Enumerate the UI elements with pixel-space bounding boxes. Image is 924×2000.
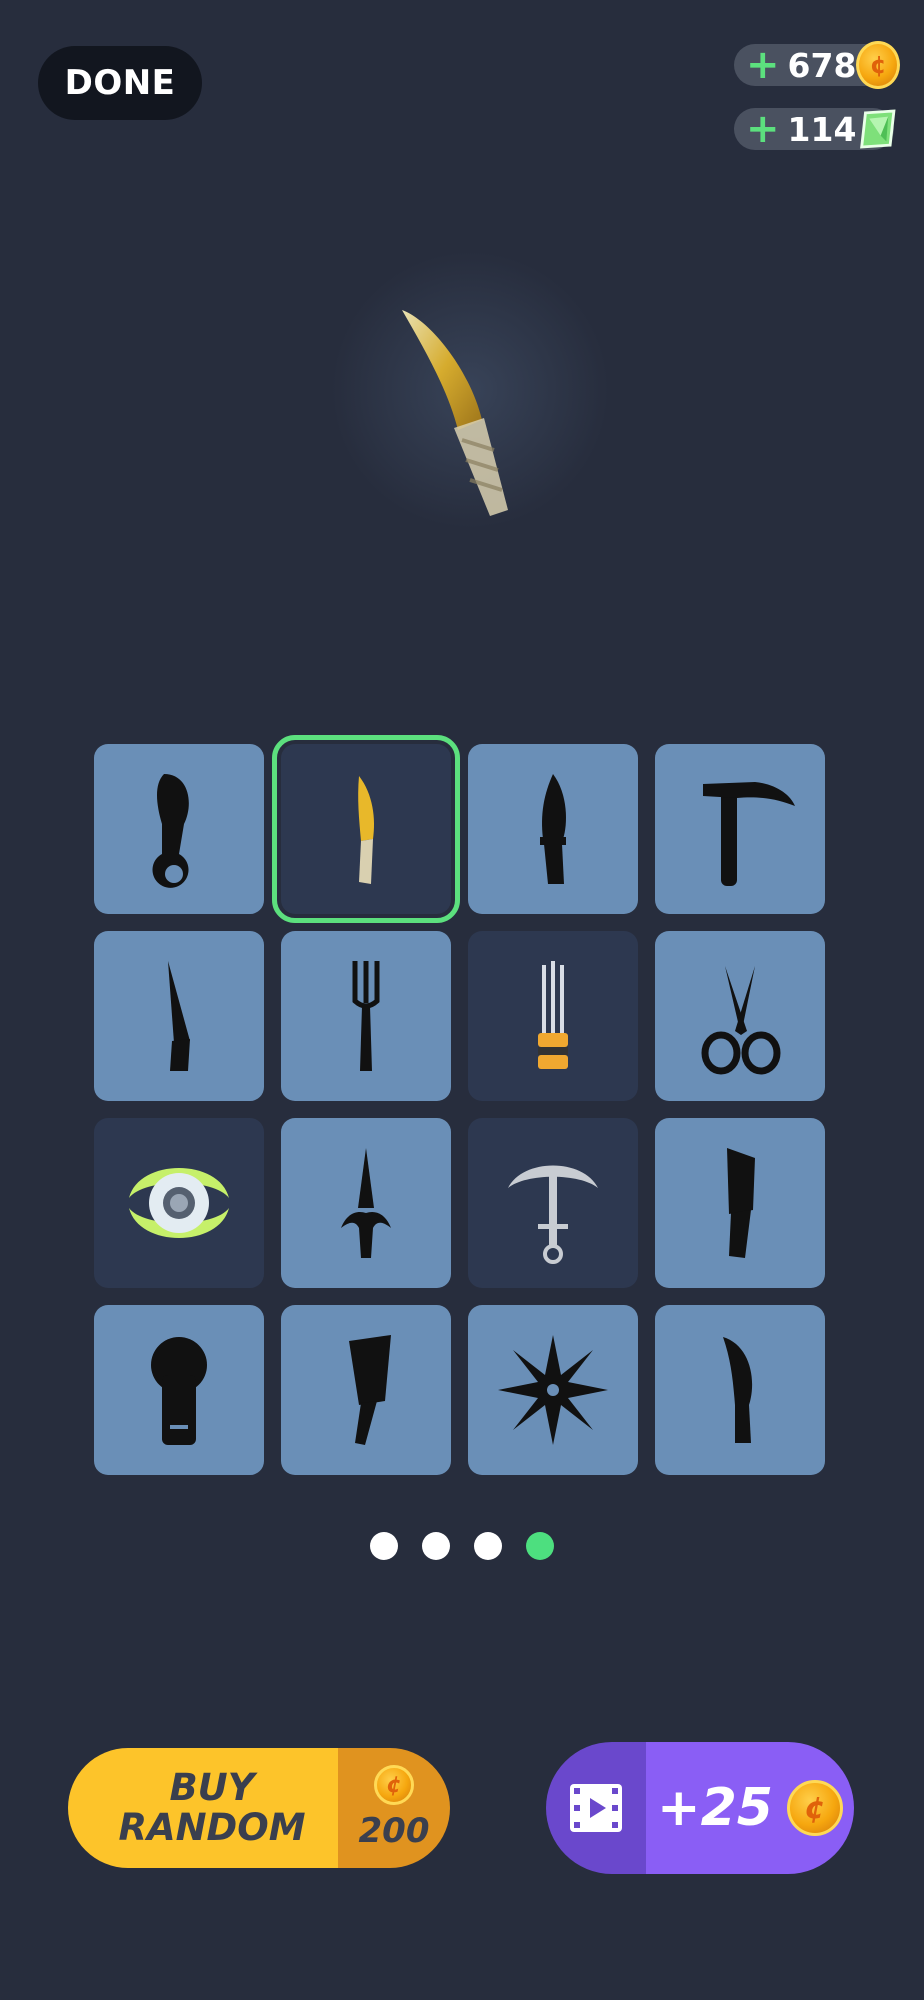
watch-ad-button[interactable]: +25 ¢ (546, 1742, 854, 1874)
scissors-icon (701, 966, 781, 1075)
shuriken-icon (498, 1335, 608, 1445)
anchor-icon (508, 1165, 598, 1264)
fork-icon (352, 961, 380, 1071)
buy-random-line1: BUY (169, 1766, 255, 1809)
done-button[interactable]: DONE (38, 46, 202, 120)
tile-karambit-knife[interactable] (94, 744, 264, 914)
tile-anchor[interactable] (468, 1118, 638, 1288)
coin-count: 678 (787, 45, 857, 85)
tile-machete[interactable] (655, 1118, 825, 1288)
coin-icon: ¢ (856, 41, 900, 89)
cleaver-icon (349, 1335, 391, 1445)
golden-knife-icon (358, 776, 375, 884)
tile-spinner-blade[interactable] (94, 1118, 264, 1288)
tile-saw-knife[interactable] (94, 931, 264, 1101)
tile-scythe[interactable] (655, 744, 825, 914)
page-dot-1[interactable] (370, 1532, 398, 1560)
tile-bottle-opener[interactable] (94, 1305, 264, 1475)
bowie-knife-icon (540, 774, 566, 884)
machete-icon (727, 1148, 755, 1258)
buy-random-label: BUY RANDOM (68, 1748, 338, 1868)
bottle-opener-icon (151, 1337, 207, 1445)
tile-cleaver[interactable] (281, 1305, 451, 1475)
gem-count: 114 (787, 109, 857, 149)
video-icon (546, 1742, 646, 1874)
page-dot-4[interactable] (526, 1532, 554, 1560)
saw-knife-icon (168, 961, 190, 1071)
ad-reward: +25 ¢ (646, 1742, 854, 1874)
gem-icon (860, 109, 896, 149)
buy-random-button[interactable]: BUY RANDOM ¢ 200 (68, 1748, 450, 1868)
add-gems-button[interactable]: + (746, 109, 780, 149)
coin-icon: ¢ (374, 1765, 414, 1805)
page-indicator (0, 1532, 924, 1560)
sai-dagger-icon (341, 1148, 391, 1258)
hunting-knife-icon (723, 1337, 753, 1443)
tile-fork[interactable] (281, 931, 451, 1101)
tile-claws[interactable] (468, 931, 638, 1101)
scythe-icon (703, 782, 795, 886)
tile-hunting-knife[interactable] (655, 1305, 825, 1475)
add-coins-button[interactable]: + (746, 45, 780, 85)
buy-random-price-value: 200 (358, 1811, 430, 1851)
tile-sai-dagger[interactable] (281, 1118, 451, 1288)
coin-counter: + 678 ¢ (734, 41, 900, 89)
buy-random-price: ¢ 200 (338, 1748, 450, 1868)
ad-reward-value: +25 (657, 1778, 773, 1838)
tile-golden-knife[interactable] (272, 735, 460, 923)
page-dot-2[interactable] (422, 1532, 450, 1560)
claws-icon (538, 961, 568, 1069)
tile-bowie-knife[interactable] (468, 744, 638, 914)
page-dot-3[interactable] (474, 1532, 502, 1560)
karambit-knife-icon (152, 774, 189, 888)
buy-random-line2: RANDOM (118, 1806, 306, 1849)
spinner-blade-icon (129, 1168, 229, 1238)
tile-scissors[interactable] (655, 931, 825, 1101)
golden-knife-icon (402, 310, 508, 516)
gem-counter: + 114 (734, 108, 896, 150)
tile-shuriken[interactable] (468, 1305, 638, 1475)
coin-icon: ¢ (786, 1780, 843, 1836)
